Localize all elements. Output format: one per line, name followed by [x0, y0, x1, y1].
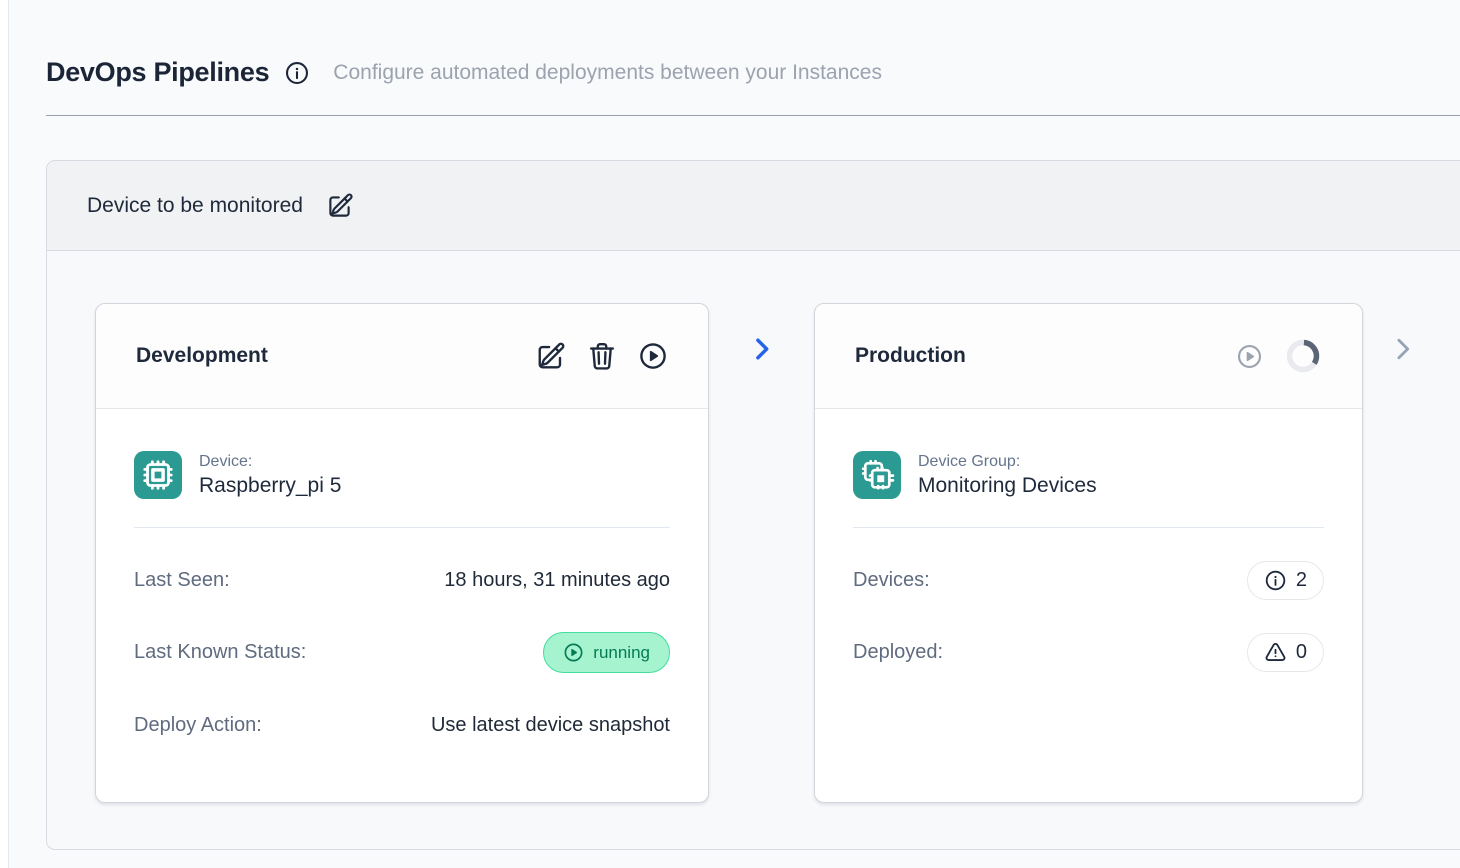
device-row[interactable]: Device: Raspberry_pi 5	[134, 451, 670, 499]
development-body: Device: Raspberry_pi 5 Last Seen: 18 hou…	[96, 409, 708, 745]
stage-card-production: Production	[814, 303, 1363, 803]
run-stage-button[interactable]	[638, 341, 668, 371]
devices-count-pill[interactable]: 2	[1247, 561, 1324, 600]
last-known-status-label: Last Known Status:	[134, 641, 306, 664]
deployed-count-pill[interactable]: 0	[1247, 633, 1324, 672]
devices-count: 2	[1296, 569, 1307, 592]
stage-title-development: Development	[136, 344, 268, 368]
cpu-chip-group-icon	[859, 457, 895, 493]
card-divider	[853, 527, 1324, 528]
pipeline-name: Device to be monitored	[87, 194, 303, 218]
device-group-meta: Device Group: Monitoring Devices	[918, 453, 1097, 498]
page-title: DevOps Pipelines	[46, 57, 269, 88]
status-badge-label: running	[593, 643, 650, 663]
deploy-action-label: Deploy Action:	[134, 714, 262, 737]
card-divider	[134, 527, 670, 528]
warning-triangle-icon	[1264, 641, 1287, 664]
production-body: Device Group: Monitoring Devices Devices…	[815, 409, 1362, 672]
stage-connector	[709, 303, 814, 363]
deployed-row: Deployed: 0	[853, 632, 1324, 672]
chevron-right-icon	[1389, 335, 1417, 363]
device-name: Raspberry_pi 5	[199, 474, 341, 498]
play-circle-icon	[1236, 343, 1263, 370]
status-badge: running	[543, 632, 670, 673]
info-circle-icon	[1264, 569, 1287, 592]
device-group-avatar	[853, 451, 901, 499]
development-actions	[536, 341, 668, 371]
deployed-count: 0	[1296, 641, 1307, 664]
edit-stage-button[interactable]	[536, 341, 566, 371]
stage-card-development: Development	[95, 303, 709, 803]
deploy-action-row: Deploy Action: Use latest device snapsho…	[134, 705, 670, 745]
delete-stage-button[interactable]	[587, 341, 617, 371]
pipeline-stages: Development	[47, 251, 1460, 803]
edit-pipeline-button[interactable]	[327, 192, 354, 219]
deployed-label: Deployed:	[853, 641, 943, 664]
stage-title-production: Production	[855, 344, 966, 368]
devops-pipelines-page: DevOps Pipelines Configure automated dep…	[9, 0, 1460, 868]
page-subtitle: Configure automated deployments between …	[333, 61, 882, 85]
device-group-label: Device Group:	[918, 453, 1097, 471]
device-meta: Device: Raspberry_pi 5	[199, 453, 341, 498]
development-header: Development	[96, 304, 708, 409]
last-seen-row: Last Seen: 18 hours, 31 minutes ago	[134, 560, 670, 600]
run-stage-button-disabled[interactable]	[1236, 343, 1263, 370]
production-header: Production	[815, 304, 1362, 409]
next-stage-scroll[interactable]	[1389, 303, 1417, 368]
play-circle-icon	[563, 642, 584, 663]
devices-label: Devices:	[853, 569, 930, 592]
edit-icon	[536, 341, 566, 371]
devices-row: Devices: 2	[853, 560, 1324, 600]
header-divider	[46, 115, 1460, 116]
pipeline-panel: Device to be monitored Development	[46, 160, 1460, 850]
last-seen-value: 18 hours, 31 minutes ago	[444, 569, 670, 592]
pipeline-panel-header: Device to be monitored	[47, 161, 1460, 251]
cpu-chip-icon	[140, 457, 176, 493]
device-avatar	[134, 451, 182, 499]
last-seen-label: Last Seen:	[134, 569, 230, 592]
last-known-status-row: Last Known Status: running	[134, 632, 670, 673]
page-header: DevOps Pipelines Configure automated dep…	[46, 57, 1460, 88]
info-circle-icon[interactable]	[284, 60, 310, 86]
chevron-right-icon	[748, 335, 776, 363]
device-group-row[interactable]: Device Group: Monitoring Devices	[853, 451, 1324, 499]
trash-icon	[587, 341, 617, 371]
loading-spinner	[1284, 337, 1322, 375]
deploy-action-value: Use latest device snapshot	[431, 714, 670, 737]
device-group-name: Monitoring Devices	[918, 474, 1097, 498]
edit-icon	[327, 192, 354, 219]
device-label: Device:	[199, 453, 341, 471]
production-actions	[1236, 337, 1322, 375]
play-circle-icon	[638, 341, 668, 371]
